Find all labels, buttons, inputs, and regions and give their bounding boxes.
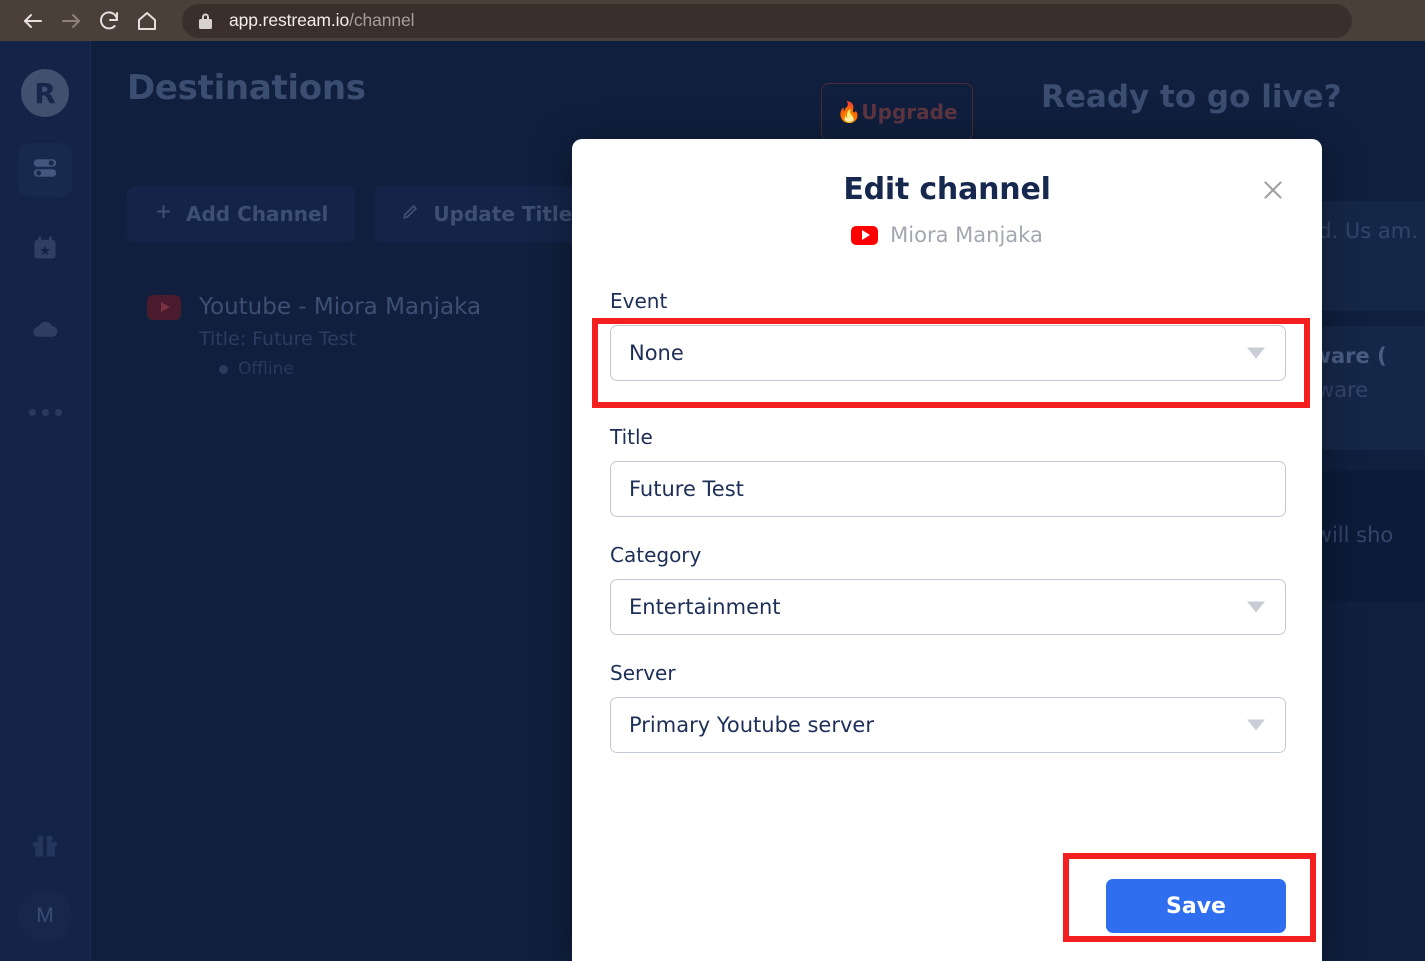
url-text: app.restream.io/channel	[229, 10, 414, 31]
status-dot-icon	[219, 365, 228, 374]
avatar-letter: M	[36, 904, 54, 928]
title-label: Title	[610, 425, 1286, 449]
sidebar-item-events[interactable]	[18, 223, 72, 277]
address-bar[interactable]: app.restream.io/channel	[182, 4, 1352, 38]
youtube-icon	[851, 226, 878, 245]
title-input[interactable]: Future Test	[610, 461, 1286, 517]
edit-channel-form: Event None Title Future Test Category En…	[610, 289, 1286, 779]
home-icon[interactable]	[128, 2, 166, 40]
url-domain: app.restream.io	[229, 10, 349, 30]
sliders-icon	[30, 153, 60, 188]
gift-icon[interactable]	[29, 830, 61, 867]
title-value: Future Test	[629, 477, 744, 501]
upgrade-label: Upgrade	[861, 100, 957, 124]
save-button[interactable]: Save	[1106, 879, 1286, 933]
edit-channel-modal: Edit channel Miora Manjaka Event None Ti…	[572, 139, 1322, 961]
update-titles-label: Update Titles	[433, 202, 584, 226]
event-select[interactable]: None	[610, 325, 1286, 381]
chevron-down-icon	[1247, 348, 1265, 359]
event-label: Event	[610, 289, 1286, 313]
category-label: Category	[610, 543, 1286, 567]
avatar[interactable]: M	[18, 889, 72, 943]
close-icon[interactable]	[1258, 175, 1288, 205]
modal-subtitle-text: Miora Manjaka	[890, 223, 1043, 247]
event-value: None	[629, 341, 684, 365]
category-value: Entertainment	[629, 595, 781, 619]
calendar-star-icon	[31, 234, 59, 267]
url-path: /channel	[349, 10, 414, 30]
field-title: Title Future Test	[610, 425, 1286, 517]
logo-letter: R	[34, 77, 56, 110]
modal-subtitle: Miora Manjaka	[572, 223, 1322, 247]
restream-logo[interactable]: R	[21, 69, 69, 117]
add-channel-button[interactable]: Add Channel	[127, 186, 355, 242]
server-label: Server	[610, 661, 1286, 685]
category-select[interactable]: Entertainment	[610, 579, 1286, 635]
lock-icon	[198, 12, 213, 30]
channel-status-label: Offline	[238, 359, 294, 379]
youtube-icon	[147, 295, 181, 320]
pencil-icon	[401, 202, 420, 226]
field-category: Category Entertainment	[610, 543, 1286, 635]
back-icon[interactable]	[14, 2, 52, 40]
server-select[interactable]: Primary Youtube server	[610, 697, 1286, 753]
add-channel-label: Add Channel	[186, 202, 328, 226]
channel-header: Youtube - Miora Manjaka	[147, 294, 481, 320]
sidebar: R M	[0, 41, 91, 961]
sidebar-item-storage[interactable]	[18, 303, 72, 357]
browser-toolbar: app.restream.io/channel	[0, 0, 1425, 41]
forward-icon[interactable]	[52, 2, 90, 40]
destinations-toolbar: Add Channel Update Titles	[127, 186, 611, 242]
plus-icon	[154, 202, 173, 226]
chevron-down-icon	[1247, 720, 1265, 731]
server-value: Primary Youtube server	[629, 713, 874, 737]
ellipsis-icon	[29, 409, 62, 416]
ready-to-go-live-title: Ready to go live?	[1041, 79, 1342, 115]
channel-title-line: Title: Future Test	[199, 328, 481, 350]
channel-list-item[interactable]: Youtube - Miora Manjaka Title: Future Te…	[147, 294, 481, 379]
flame-icon: 🔥	[836, 100, 861, 124]
save-label: Save	[1166, 894, 1226, 919]
chevron-down-icon	[1247, 602, 1265, 613]
channel-status: Offline	[219, 359, 481, 379]
reload-icon[interactable]	[90, 2, 128, 40]
sidebar-item-destinations[interactable]	[18, 143, 72, 197]
field-server: Server Primary Youtube server	[610, 661, 1286, 753]
page-title: Destinations	[127, 68, 366, 108]
modal-title: Edit channel	[572, 172, 1322, 207]
channel-name: Youtube - Miora Manjaka	[199, 294, 481, 320]
sidebar-item-more[interactable]	[18, 385, 72, 439]
upgrade-button[interactable]: 🔥Upgrade	[821, 83, 973, 141]
cloud-icon	[30, 313, 60, 348]
field-event: Event None	[610, 289, 1286, 381]
